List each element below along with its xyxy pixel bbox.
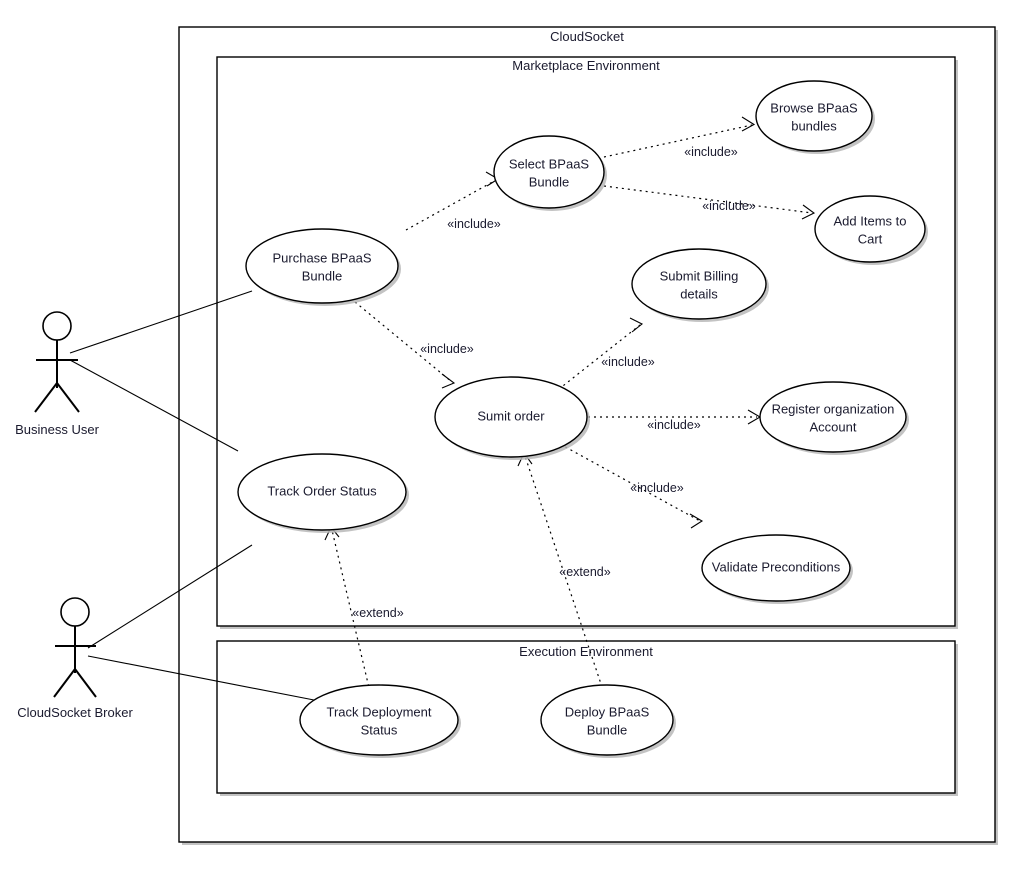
use-case-label-track-order-status-line1: Track Order Status [267,483,377,498]
use-case-label-select-bpaas-bundle-line2: Bundle [529,174,569,189]
use-case-label-deploy-bpaas-bundle-line2: Bundle [587,722,627,737]
use-case-label-validate-preconditions-line1: Validate Preconditions [712,559,841,574]
use-case-label-browse-bpaas-bundles-line1: Browse BPaaS [770,100,858,115]
use-case-label-select-bpaas-bundle-line1: Select BPaaS [509,156,590,171]
actor-left-leg-icon [53,668,76,698]
stereotype-include-sumit-register: «include» [647,418,701,432]
actor-head-icon [42,311,72,341]
stereotype-include-sumit-billing: «include» [601,355,655,369]
diagram-canvas: CloudSocket Marketplace Environment Exec… [15,26,998,845]
outer-frame-title: CloudSocket [550,29,624,44]
stereotype-include-purchase-select: «include» [447,217,501,231]
actor-right-leg-icon [74,668,97,698]
use-case-label-submit-billing-details-line2: details [680,286,718,301]
use-case-label-add-items-to-cart-line1: Add Items to [834,213,907,228]
uml-use-case-diagram: CloudSocket Marketplace Environment Exec… [0,0,1021,874]
actor-label-cloudsocket-broker: CloudSocket Broker [17,705,133,720]
use-case-label-purchase-bpaas-bundle-line2: Bundle [302,268,342,283]
marketplace-environment-title: Marketplace Environment [512,58,660,73]
stereotype-include-purchase-sumit: «include» [420,342,474,356]
execution-environment-title: Execution Environment [519,644,653,659]
use-case-label-deploy-bpaas-bundle-line1: Deploy BPaaS [565,704,650,719]
stereotype-include-select-browse: «include» [684,145,738,159]
actor-right-leg-icon [56,382,80,413]
use-case-label-add-items-to-cart-line2: Cart [858,231,883,246]
actor-head-icon [60,597,90,627]
stereotype-include-sumit-validate: «include» [630,481,684,495]
actor-business-user[interactable]: Business User [15,311,100,437]
use-case-label-sumit-order-line1: Sumit order [477,408,545,423]
use-case-label-register-organization-account-line1: Register organization [772,401,895,416]
stereotype-extend-deploy-sumit: «extend» [559,565,610,579]
use-case-label-browse-bpaas-bundles-line2: bundles [791,118,837,133]
stereotype-extend-trackdep-trackorder: «extend» [352,606,403,620]
actor-left-leg-icon [34,382,58,413]
use-case-label-submit-billing-details-line1: Submit Billing [660,268,739,283]
use-case-label-track-deployment-status-line1: Track Deployment [327,704,432,719]
stereotype-include-select-cart: «include» [702,199,756,213]
use-case-label-purchase-bpaas-bundle-line1: Purchase BPaaS [272,250,371,265]
use-case-label-track-deployment-status-line2: Status [361,722,398,737]
use-case-label-register-organization-account-line2: Account [810,419,857,434]
actor-label-business-user: Business User [15,422,99,437]
actor-cloudsocket-broker[interactable]: CloudSocket Broker [17,597,133,720]
